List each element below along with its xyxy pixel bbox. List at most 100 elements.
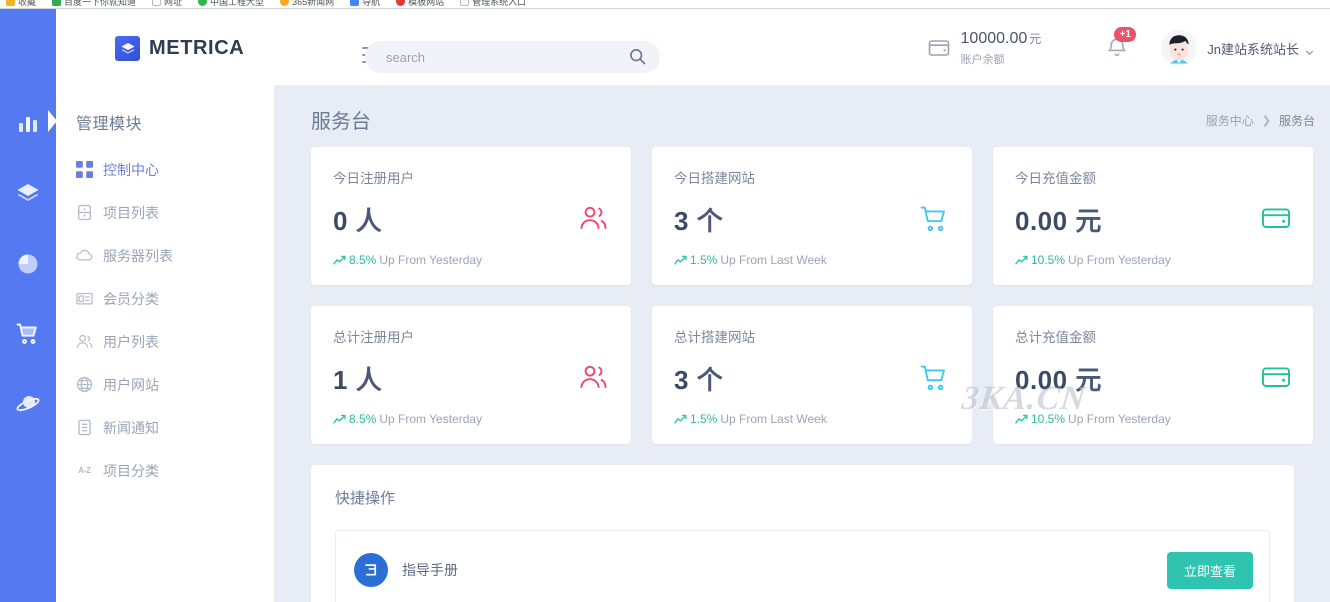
bookmark-item[interactable]: 模板网站 <box>396 0 444 8</box>
globe-icon <box>76 376 93 393</box>
trend-up-icon <box>333 414 346 425</box>
users-icon <box>579 364 609 394</box>
sidebar-item-member-category[interactable]: 会员分类 <box>56 277 275 320</box>
stat-card[interactable]: 今日搭建网站 3 个 1.5% Up From Last Week <box>652 147 972 285</box>
search-input[interactable] <box>365 41 660 73</box>
bookmark-label: 中国工程大型 <box>210 0 265 7</box>
stat-card-unit: 个 <box>696 365 724 395</box>
bookmark-favicon <box>460 0 470 6</box>
trend-up-icon <box>674 414 687 425</box>
sidebar-item-project-category[interactable]: A-Z 项目分类 <box>56 449 275 492</box>
stat-card-note: Up From Yesterday <box>1068 253 1171 267</box>
sidebar: 管理模块 控制中心 项目列表 服务器列表 会员分类 用户列表 用户网站 新闻通知… <box>56 9 275 602</box>
bookmark-favicon <box>198 0 208 6</box>
sidebar-item-label: 项目分类 <box>103 462 159 479</box>
stat-card[interactable]: 总计注册用户 1 人 8.5% Up From Yesterday <box>311 306 631 444</box>
topbar-right: 10000.00 元 账户余额 +1 Jn建站系统站长 <box>927 27 1314 67</box>
stat-card-trend: 1.5% Up From Last Week <box>674 253 827 267</box>
bookmark-item[interactable]: 网址 <box>152 0 182 8</box>
breadcrumb: 服务中心 ❯ 服务台 <box>1206 112 1315 129</box>
pie-chart-icon[interactable] <box>16 252 40 276</box>
sidebar-item-project-list[interactable]: 项目列表 <box>56 191 275 234</box>
bar-chart-icon[interactable] <box>16 112 40 136</box>
bookmark-favicon <box>396 0 406 6</box>
planet-icon[interactable] <box>16 392 40 416</box>
user-menu[interactable]: Jn建站系统站长 <box>1207 39 1314 58</box>
bookmark-item[interactable]: 中国工程大型 <box>198 0 264 8</box>
sidebar-item-label: 服务器列表 <box>103 247 173 264</box>
grid-icon <box>76 161 93 178</box>
stat-card-value-row: 0.00 元 <box>1015 201 1291 238</box>
bookmark-label: 模板网站 <box>408 0 445 7</box>
topbar: METRICA 10000.00元 账户余额 <box>56 9 1330 85</box>
stat-card-value-row: 0 人 <box>333 201 609 238</box>
stat-card-grid: 今日注册用户 0 人 8.5% Up From Yesterday 今日搭建网站… <box>275 147 1330 444</box>
stat-card-value: 3 <box>674 365 689 395</box>
main-content: 服务台 服务中心 ❯ 服务台 今日注册用户 0 人 8.5% Up From Y… <box>275 85 1330 602</box>
bookmark-item[interactable]: 管理系统入口 <box>460 0 526 8</box>
stat-card-value: 1 <box>333 365 348 395</box>
stat-card-note: Up From Yesterday <box>379 412 483 426</box>
stat-card[interactable]: 总计充值金额 0.00 元 10.5% Up From Yesterday <box>993 306 1313 444</box>
app-root: 收藏 百度一下你就知道 网址 中国工程大型 365新闻网 导航 模板网站 管理系… <box>0 0 1330 602</box>
bookmark-label: 网址 <box>164 0 183 7</box>
stat-card-title: 总计注册用户 <box>333 330 414 345</box>
notification-bell[interactable]: +1 <box>1105 27 1137 60</box>
stat-card-value: 0 <box>333 206 348 236</box>
sidebar-item-server-list[interactable]: 服务器列表 <box>56 234 275 277</box>
stat-card-trend: 8.5% Up From Yesterday <box>333 253 482 267</box>
breadcrumb-current: 服务台 <box>1278 114 1315 128</box>
bookmark-favicon <box>280 0 290 6</box>
user-avatar[interactable] <box>1161 30 1198 67</box>
bookmark-item[interactable]: 365新闻网 <box>280 0 334 8</box>
sidebar-item-label: 新闻通知 <box>103 419 159 436</box>
stat-card-trend: 1.5% Up From Last Week <box>674 412 827 426</box>
stat-card-trend: 8.5% Up From Yesterday <box>333 412 482 426</box>
search-icon[interactable] <box>629 48 646 65</box>
bookmark-item[interactable]: 导航 <box>350 0 380 8</box>
sidebar-item-user-list[interactable]: 用户列表 <box>56 320 275 363</box>
sidebar-item-user-website[interactable]: 用户网站 <box>56 363 275 406</box>
sidebar-item-control-center[interactable]: 控制中心 <box>56 148 275 191</box>
sidebar-item-news-notice[interactable]: 新闻通知 <box>56 406 275 449</box>
stat-card-percent: 10.5% <box>1031 253 1066 267</box>
breadcrumb-parent[interactable]: 服务中心 <box>1206 112 1254 129</box>
wallet-icon <box>1261 205 1291 235</box>
stat-card-value: 0.00 <box>1015 206 1068 236</box>
stat-card-value-row: 3 个 <box>674 201 950 238</box>
cart-icon[interactable] <box>16 322 40 346</box>
layers-icon[interactable] <box>16 182 40 206</box>
trend-up-icon <box>333 255 346 266</box>
trend-up-icon <box>674 255 687 266</box>
wallet-icon <box>927 36 951 60</box>
bookmark-item[interactable]: 收藏 <box>6 0 36 8</box>
stat-card-title: 总计搭建网站 <box>674 330 755 345</box>
view-now-button[interactable]: 立即查看 <box>1166 551 1253 589</box>
bookmark-item[interactable]: 百度一下你就知道 <box>52 0 136 8</box>
user-name: Jn建站系统站长 <box>1207 41 1299 57</box>
bookmark-label: 导航 <box>362 0 381 7</box>
cart-icon <box>920 364 950 394</box>
brand-logo[interactable]: METRICA <box>115 36 244 61</box>
balance-unit: 元 <box>1029 32 1042 46</box>
sidebar-item-label: 用户网站 <box>103 376 159 393</box>
stat-card-value-row: 1 人 <box>333 360 609 397</box>
balance-text-group: 10000.00 元 账户余额 <box>961 29 1042 67</box>
stat-card[interactable]: 总计搭建网站 3 个 1.5% Up From Last Week <box>652 306 972 444</box>
stat-card-title: 今日充值金额 <box>1015 171 1096 186</box>
stat-card-note: Up From Last Week <box>720 253 827 267</box>
sidebar-item-label: 会员分类 <box>103 290 159 307</box>
quick-actions-panel: 快捷操作 指导手册 立即查看 <box>311 465 1294 602</box>
cart-icon <box>920 205 950 235</box>
stat-card-unit: 个 <box>696 206 724 236</box>
stat-card-unit: 人 <box>355 206 383 236</box>
page-title: 服务台 <box>311 111 371 133</box>
users-icon <box>579 205 609 235</box>
stat-card[interactable]: 今日充值金额 0.00 元 10.5% Up From Yesterday <box>993 147 1313 285</box>
stat-card-value-row: 3 个 <box>674 360 950 397</box>
stat-card-percent: 10.5% <box>1031 412 1066 426</box>
stat-card-trend: 10.5% Up From Yesterday <box>1015 412 1171 426</box>
stat-card[interactable]: 今日注册用户 0 人 8.5% Up From Yesterday <box>311 147 631 285</box>
account-balance[interactable]: 10000.00 元 账户余额 <box>927 29 1042 67</box>
stat-card-unit: 元 <box>1075 206 1102 236</box>
